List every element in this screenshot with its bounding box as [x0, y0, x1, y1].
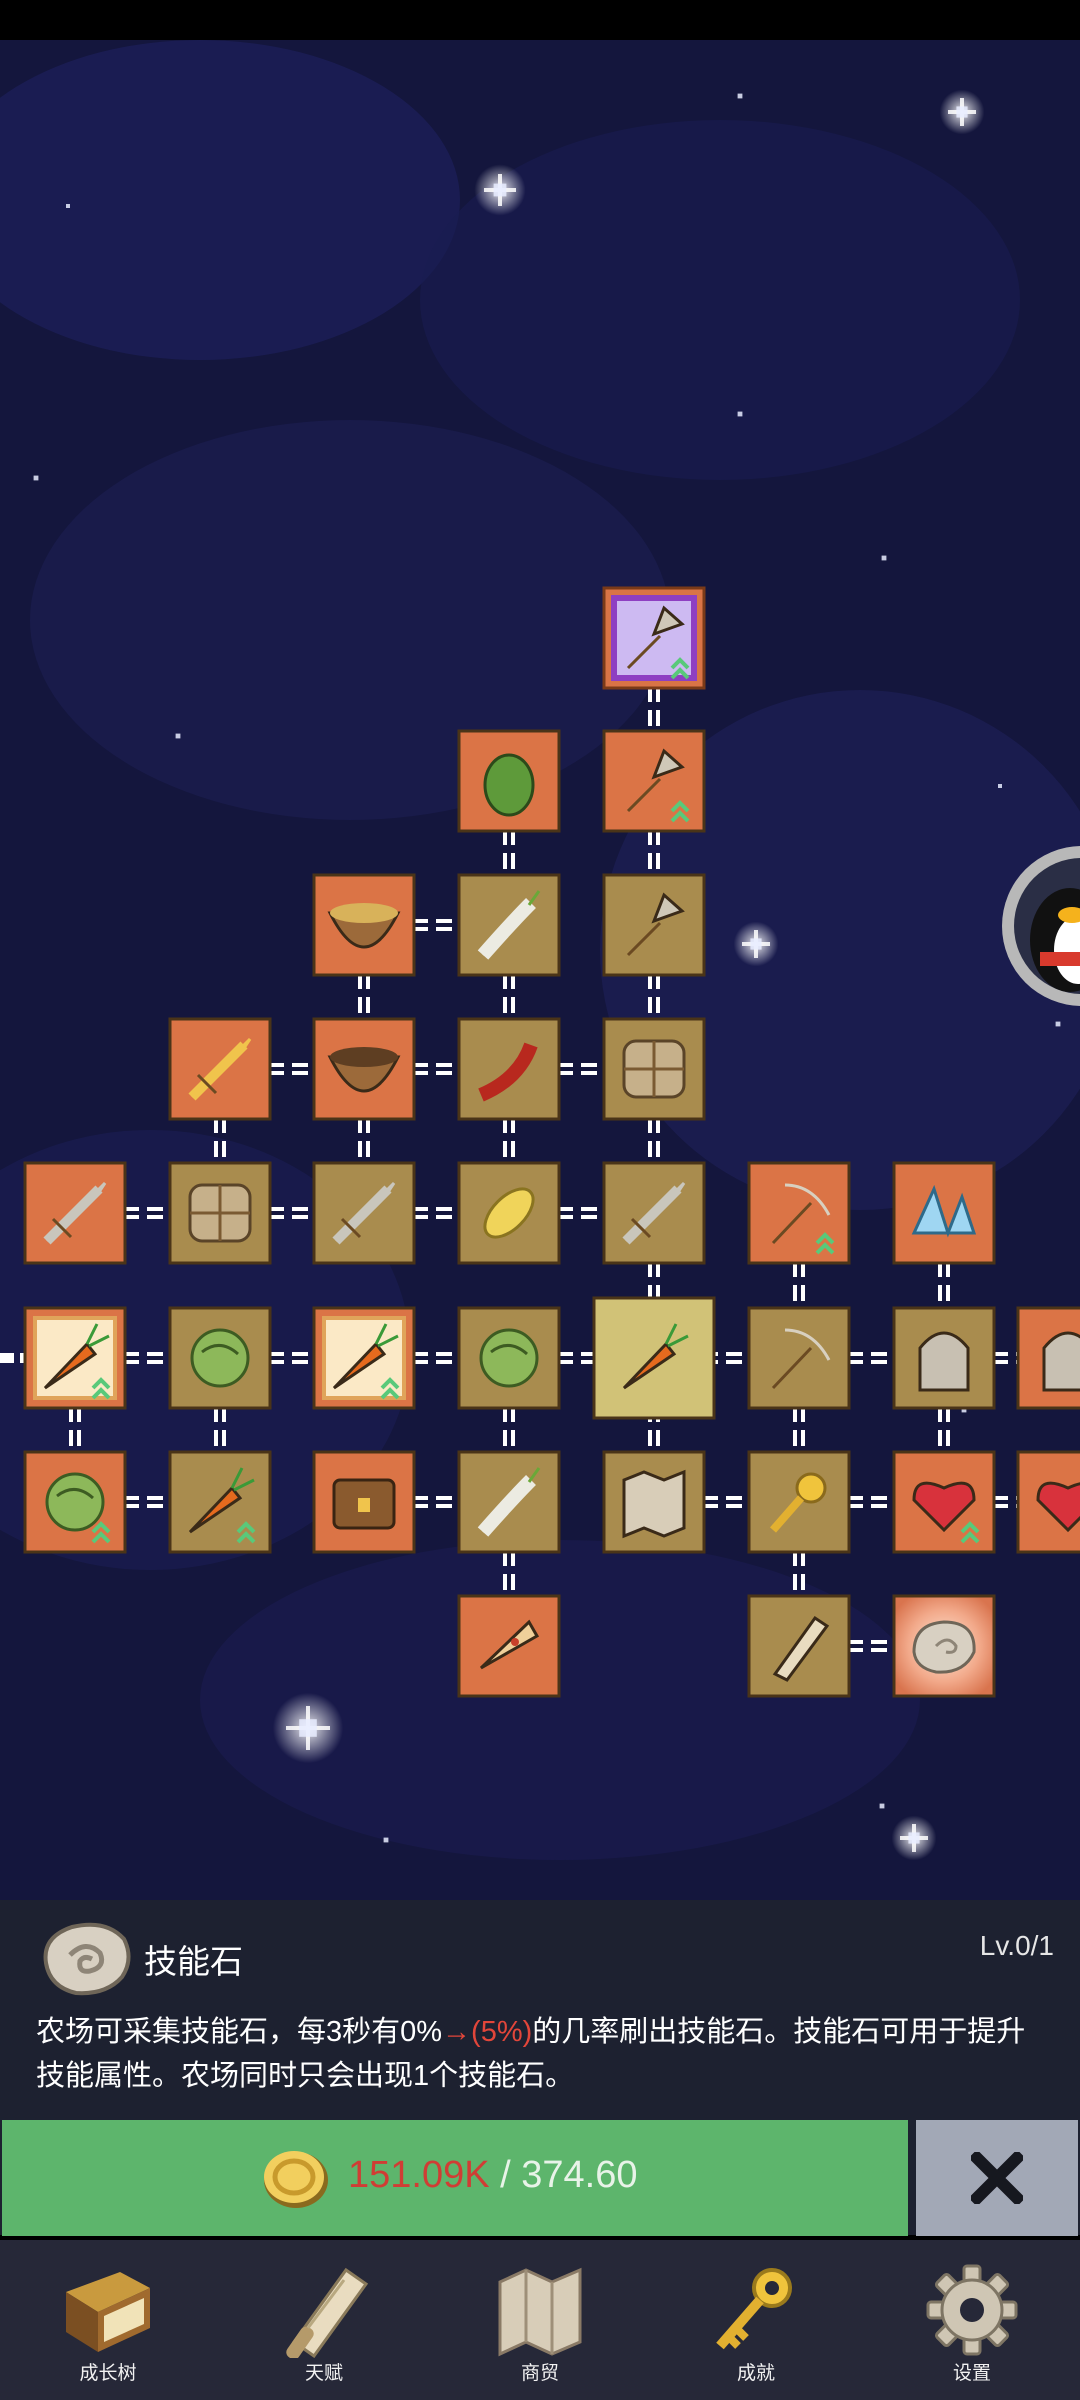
cabbage-icon [479, 1328, 539, 1388]
close-x-icon [971, 2152, 1023, 2204]
skill-node-stone-sword[interactable] [312, 1161, 416, 1265]
desc-arrow: → [442, 2016, 472, 2048]
skill-node-green-pepper[interactable] [457, 729, 561, 833]
skill-node-pickaxe[interactable] [747, 1306, 851, 1410]
skill-node-heart[interactable] [1016, 1450, 1080, 1554]
skill-node-carrot-upgrade[interactable] [23, 1306, 127, 1410]
book-icon [66, 2272, 150, 2352]
nav-item-achievement[interactable]: 成就 [648, 2240, 864, 2400]
nav-item-growth-tree[interactable]: 成长树 [0, 2240, 216, 2400]
gear-icon [926, 2264, 1018, 2356]
skill-stone-icon [912, 1620, 976, 1674]
desc-text-before: 农场可采集技能石，每3秒有0% [36, 2016, 443, 2048]
cabbage-icon [190, 1328, 250, 1388]
bottom-navigation: 成长树 天赋 商贸 成就 设置 [0, 2240, 1080, 2400]
nav-label-trade: 商贸 [520, 2363, 559, 2384]
treasure-chest-icon [332, 1478, 396, 1530]
upgrade-cost: 151.09K / 374.60 [348, 2154, 638, 2197]
nav-item-talent[interactable]: 天赋 [216, 2240, 432, 2400]
skill-node-carrot[interactable] [592, 1296, 716, 1420]
gold-coin-icon [264, 2151, 328, 2208]
skill-node-scroll[interactable] [747, 1594, 851, 1698]
skill-node-tombstone[interactable] [1016, 1306, 1080, 1410]
nav-label-talent: 天赋 [304, 2363, 343, 2384]
skill-node-crystal[interactable] [892, 1161, 996, 1265]
nav-label-achievement: 成就 [736, 2363, 775, 2384]
nav-label-settings: 设置 [952, 2363, 991, 2384]
nav-item-trade[interactable]: 商贸 [432, 2240, 648, 2400]
skill-node-enchanted-shovel[interactable] [602, 586, 706, 690]
close-button[interactable] [916, 2120, 1078, 2236]
skill-node-corn[interactable] [457, 1161, 561, 1265]
skill-description: 农场可采集技能石，每3秒有0%→(5%)的几率刷出技能石。技能石可用于提升技能属… [36, 2010, 1046, 2098]
skill-node-carrot-upgrade[interactable] [168, 1450, 272, 1554]
backpack-icon [622, 1039, 686, 1099]
tombstone-icon [1042, 1331, 1080, 1392]
skill-node-skill-stone[interactable] [892, 1594, 996, 1698]
skill-node-heart-upgrade[interactable] [892, 1450, 996, 1554]
skill-node-cabbage[interactable] [457, 1306, 561, 1410]
upgrade-price: 374.60 [521, 2154, 638, 2196]
skill-node-chili-pepper[interactable] [457, 1017, 561, 1121]
nav-label-growth-tree: 成长树 [79, 2363, 137, 2384]
tombstone-icon [918, 1331, 970, 1392]
skill-node-iron-sword[interactable] [23, 1161, 127, 1265]
skill-node-tombstone[interactable] [892, 1306, 996, 1410]
green-pepper-icon [483, 753, 535, 817]
wooden-crate-icon [188, 1183, 252, 1243]
skill-stone-icon [43, 1922, 131, 1996]
scroll-icon [286, 2267, 369, 2358]
skill-node-map[interactable] [602, 1450, 706, 1554]
skill-node-pickaxe-upgrade[interactable] [747, 1161, 851, 1265]
skill-node-treasure-chest[interactable] [312, 1450, 416, 1554]
skill-node-soup-bowl[interactable] [312, 873, 416, 977]
skill-node-leek[interactable] [457, 1450, 561, 1554]
key-icon [716, 2268, 792, 2350]
skill-node-backpack[interactable] [602, 1017, 706, 1121]
map-icon [498, 2267, 582, 2357]
map-icon [622, 1469, 686, 1539]
skill-node-golden-sword[interactable] [168, 1017, 272, 1121]
skill-node-golden-key[interactable] [747, 1450, 851, 1554]
upgrade-button[interactable]: 151.09K / 374.60 [2, 2120, 908, 2236]
current-coins: 151.09K [348, 2154, 490, 2196]
skill-node-wooden-crate[interactable] [168, 1161, 272, 1265]
skill-level: Lv.0/1 [979, 1930, 1054, 1961]
skill-title: 技能石 [144, 1943, 243, 1980]
skill-node-wooden-sword[interactable] [602, 1161, 706, 1265]
skill-node-carrot-upgrade[interactable] [312, 1306, 416, 1410]
skill-node-pizza[interactable] [457, 1594, 561, 1698]
skill-node-shovel-upgrade[interactable] [602, 729, 706, 833]
skill-node-shovel[interactable] [602, 873, 706, 977]
skill-node-radish[interactable] [457, 873, 561, 977]
skill-node-cabbage-upgrade[interactable] [23, 1450, 127, 1554]
desc-next-chance: (5%) [471, 2016, 533, 2048]
nav-item-settings[interactable]: 设置 [864, 2240, 1080, 2400]
skill-node-cabbage[interactable] [168, 1306, 272, 1410]
cost-separator: / [489, 2154, 522, 2196]
skill-node-bowl[interactable] [312, 1017, 416, 1121]
